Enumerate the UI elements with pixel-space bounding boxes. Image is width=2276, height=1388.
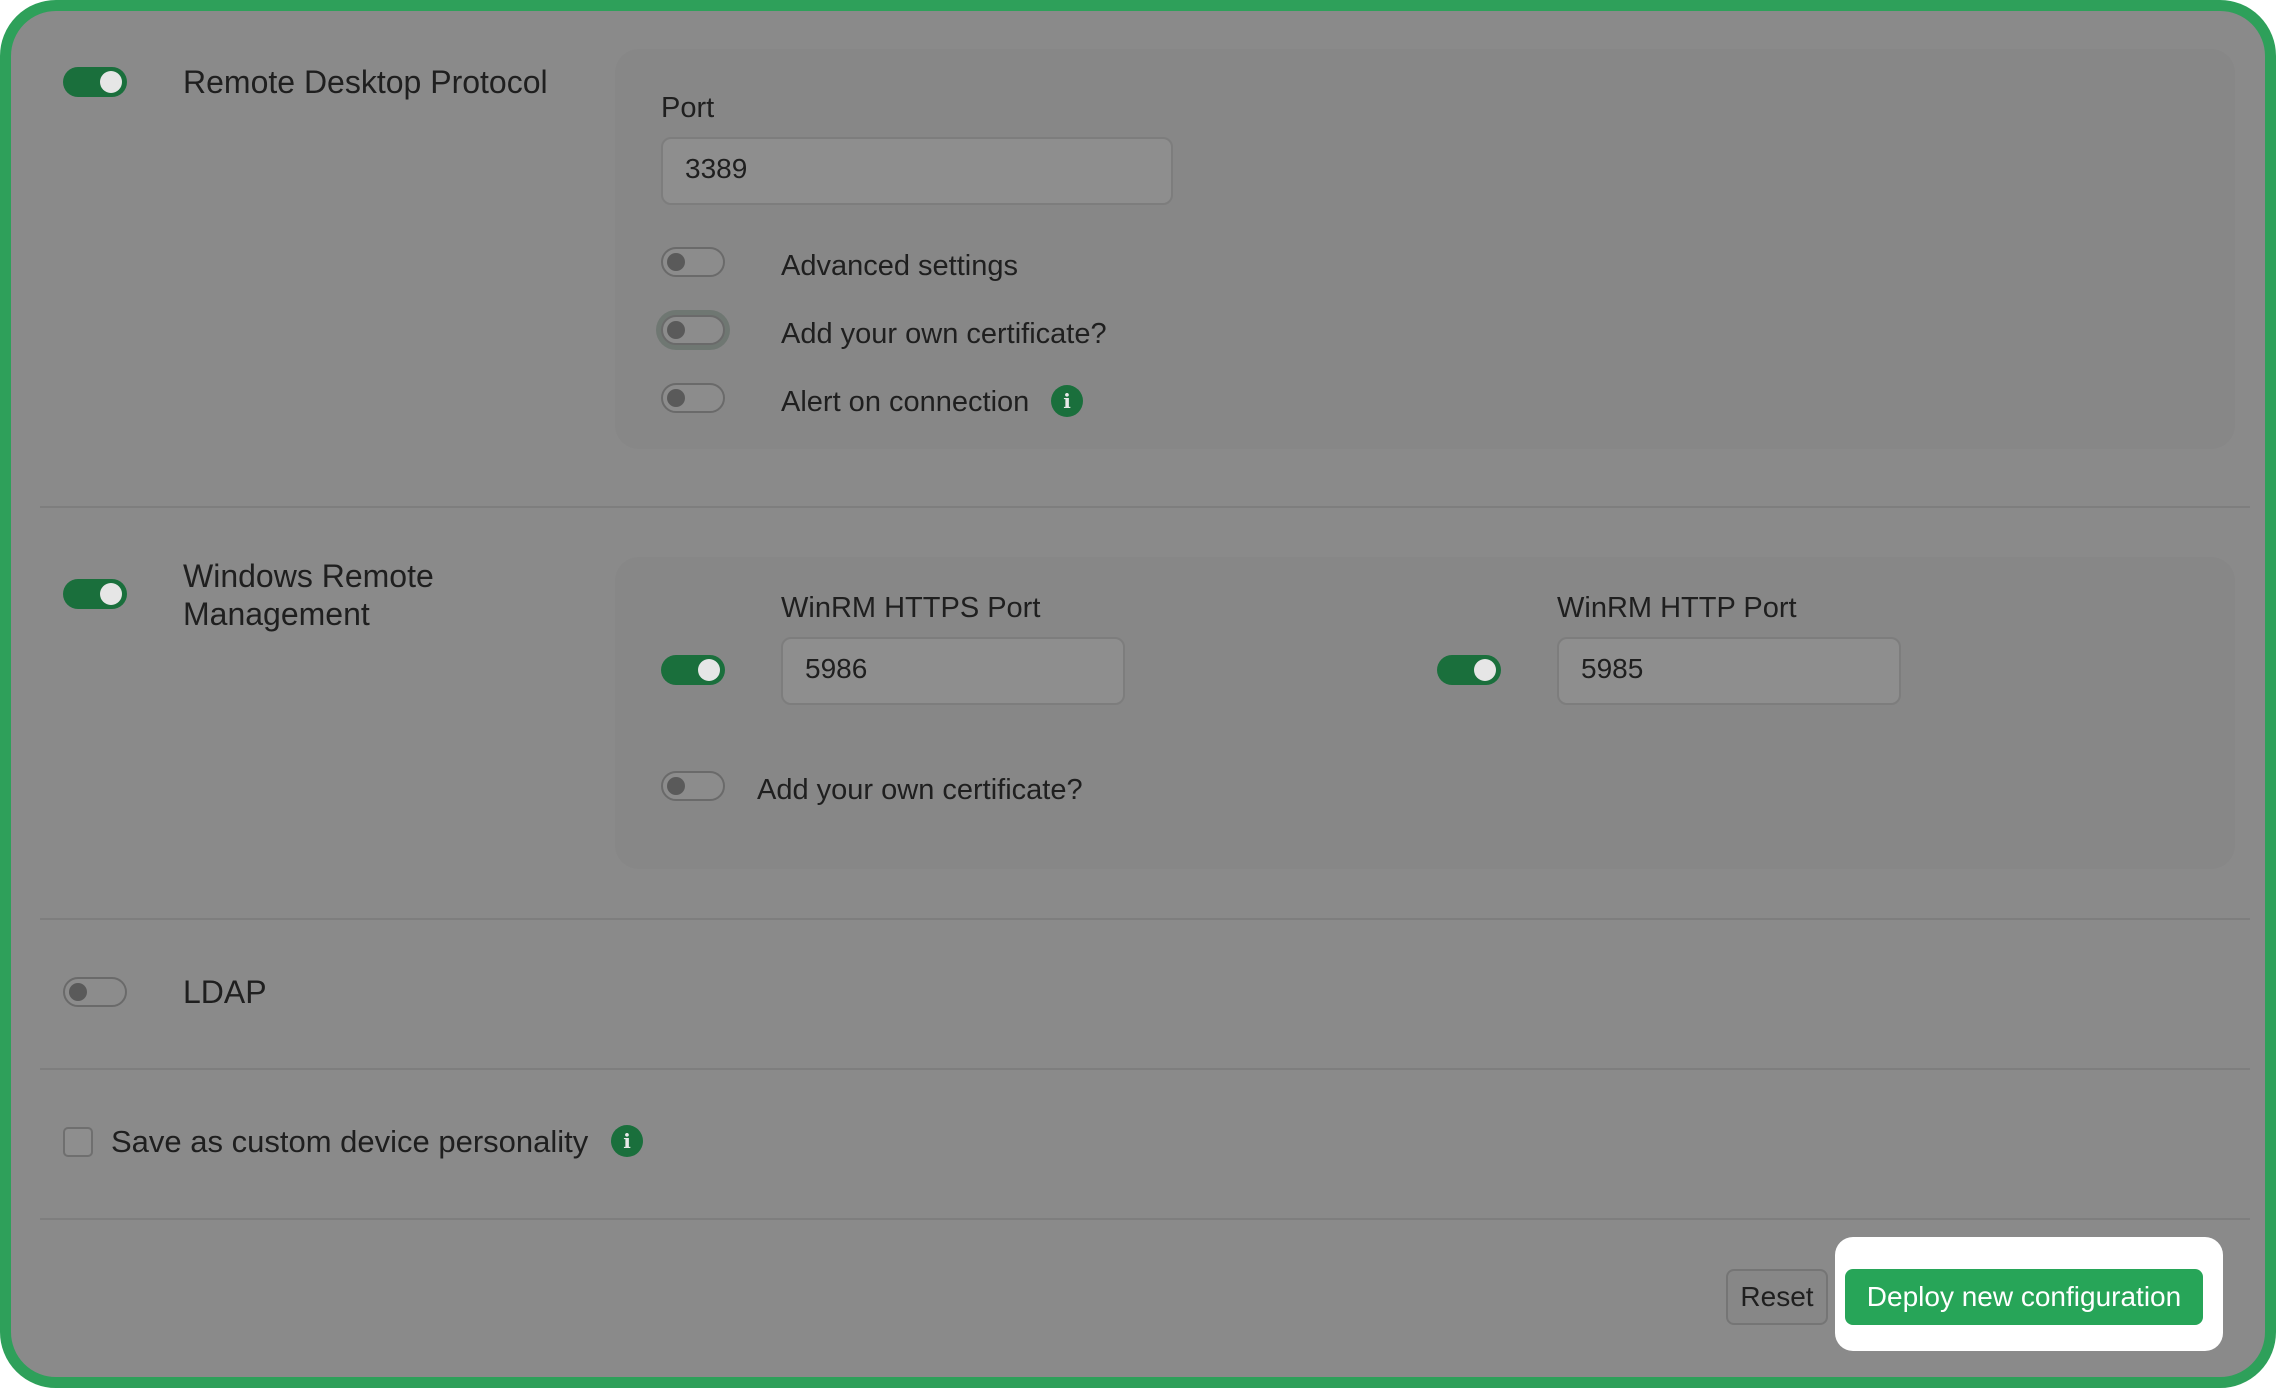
alert-on-connection-toggle[interactable] xyxy=(661,383,725,413)
winrm-title-line2: Management xyxy=(183,596,370,632)
save-personality-checkbox[interactable] xyxy=(63,1127,93,1157)
winrm-https-toggle[interactable] xyxy=(661,655,725,685)
info-icon[interactable]: i xyxy=(611,1125,643,1157)
rdp-title: Remote Desktop Protocol xyxy=(183,64,548,100)
alert-on-connection-label: Alert on connection xyxy=(781,386,1030,418)
save-personality-label: Save as custom device personality xyxy=(111,1124,589,1159)
winrm-title-line1: Windows Remote xyxy=(183,558,434,594)
winrm-own-certificate-toggle[interactable] xyxy=(661,771,725,801)
rdp-toggle[interactable] xyxy=(63,67,127,97)
rdp-port-label: Port xyxy=(661,92,715,124)
winrm-https-label: WinRM HTTPS Port xyxy=(781,592,1041,624)
advanced-settings-label: Advanced settings xyxy=(781,250,1018,282)
winrm-http-port-input[interactable]: 5985 xyxy=(1557,637,1901,705)
info-icon[interactable]: i xyxy=(1051,385,1083,417)
winrm-https-port-input[interactable]: 5986 xyxy=(781,637,1125,705)
ldap-title: LDAP xyxy=(183,974,267,1010)
advanced-settings-toggle[interactable] xyxy=(661,247,725,277)
ldap-toggle[interactable] xyxy=(63,977,127,1007)
section-divider xyxy=(40,1068,2250,1070)
section-divider xyxy=(40,1218,2250,1220)
winrm-http-toggle[interactable] xyxy=(1437,655,1501,685)
winrm-toggle[interactable] xyxy=(63,579,127,609)
deploy-button[interactable]: Deploy new configuration xyxy=(1845,1269,2203,1325)
winrm-own-certificate-label: Add your own certificate? xyxy=(757,774,1083,806)
rdp-port-input[interactable]: 3389 xyxy=(661,137,1173,205)
reset-button[interactable]: Reset xyxy=(1726,1269,1828,1325)
section-divider xyxy=(40,506,2250,508)
rdp-own-certificate-label: Add your own certificate? xyxy=(781,318,1107,350)
config-window: Remote Desktop Protocol Port 3389 Advanc… xyxy=(0,0,2276,1388)
rdp-own-certificate-toggle[interactable] xyxy=(661,315,725,345)
section-divider xyxy=(40,918,2250,920)
winrm-http-label: WinRM HTTP Port xyxy=(1557,592,1797,624)
